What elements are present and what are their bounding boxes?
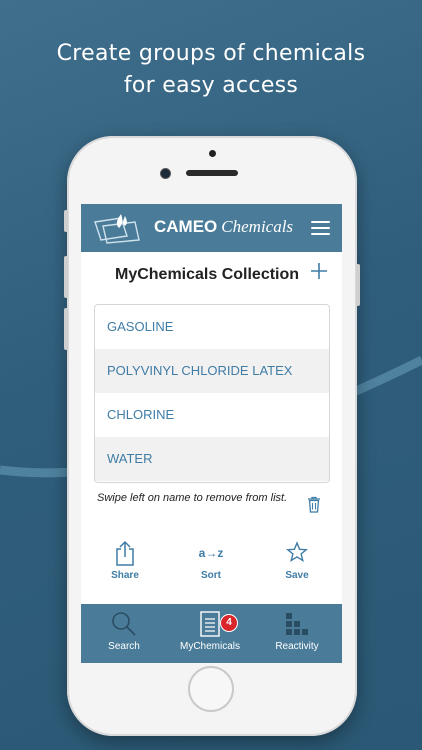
share-icon <box>116 540 134 566</box>
power-button <box>356 264 360 306</box>
star-icon <box>286 541 308 563</box>
phone-frame: CAMEO Chemicals MyChemicals Collection GA… <box>64 136 360 736</box>
save-label: Save <box>285 570 309 581</box>
tab-search-label: Search <box>108 641 140 652</box>
reactivity-grid-icon <box>286 613 308 635</box>
volume-down-button <box>64 308 68 350</box>
list-item-gasoline[interactable]: GASOLINE <box>95 305 329 349</box>
home-button[interactable] <box>188 666 234 712</box>
sort-az-icon: a→z <box>198 546 224 560</box>
hamburger-menu-icon[interactable] <box>311 221 330 235</box>
list-item-chlorine[interactable]: CHLORINE <box>95 393 329 437</box>
save-button[interactable]: Save <box>267 540 327 581</box>
tab-reactivity[interactable]: Reactivity <box>257 610 337 652</box>
tab-bar: Search 4 MyChemicals Reactivity <box>81 604 342 663</box>
volume-up-button <box>64 256 68 298</box>
search-icon <box>112 612 136 636</box>
swipe-hint: Swipe left on name to remove from list. <box>97 492 288 504</box>
plus-icon[interactable] <box>310 262 328 280</box>
trash-icon[interactable] <box>307 496 321 513</box>
mychemicals-badge: 4 <box>220 614 238 632</box>
tab-mychemicals-label: MyChemicals <box>179 641 240 652</box>
tab-search[interactable]: Search <box>84 610 164 652</box>
app-brand: CAMEO Chemicals <box>154 217 293 237</box>
front-camera <box>160 168 171 179</box>
promo-line-1: Create groups of chemicals <box>56 41 366 66</box>
cameo-logo-icon <box>94 214 140 244</box>
collection-title: MyChemicals Collection <box>115 266 300 283</box>
promo-line-2: for easy access <box>123 73 299 98</box>
app-header: CAMEO Chemicals <box>81 204 342 252</box>
earpiece-speaker <box>186 170 238 176</box>
top-sensor <box>209 150 216 157</box>
chemical-list: GASOLINE POLYVINYL CHLORIDE LATEX CHLORI… <box>94 304 330 483</box>
sort-button[interactable]: a→z Sort <box>181 540 241 581</box>
share-label: Share <box>111 570 139 581</box>
promo-headline: Create groups of chemicals for easy acce… <box>0 38 422 102</box>
list-item-water[interactable]: WATER <box>95 437 329 481</box>
app-screen: CAMEO Chemicals MyChemicals Collection GA… <box>81 204 342 663</box>
share-button[interactable]: Share <box>95 540 155 581</box>
brand-name: CAMEO <box>154 217 218 236</box>
tab-mychemicals[interactable]: 4 MyChemicals <box>170 610 250 652</box>
brand-subtitle: Chemicals <box>221 217 294 236</box>
mute-switch <box>64 210 68 232</box>
sort-label: Sort <box>201 570 221 581</box>
list-item-polyvinyl-chloride-latex[interactable]: POLYVINYL CHLORIDE LATEX <box>95 349 329 393</box>
tab-reactivity-label: Reactivity <box>275 641 319 652</box>
